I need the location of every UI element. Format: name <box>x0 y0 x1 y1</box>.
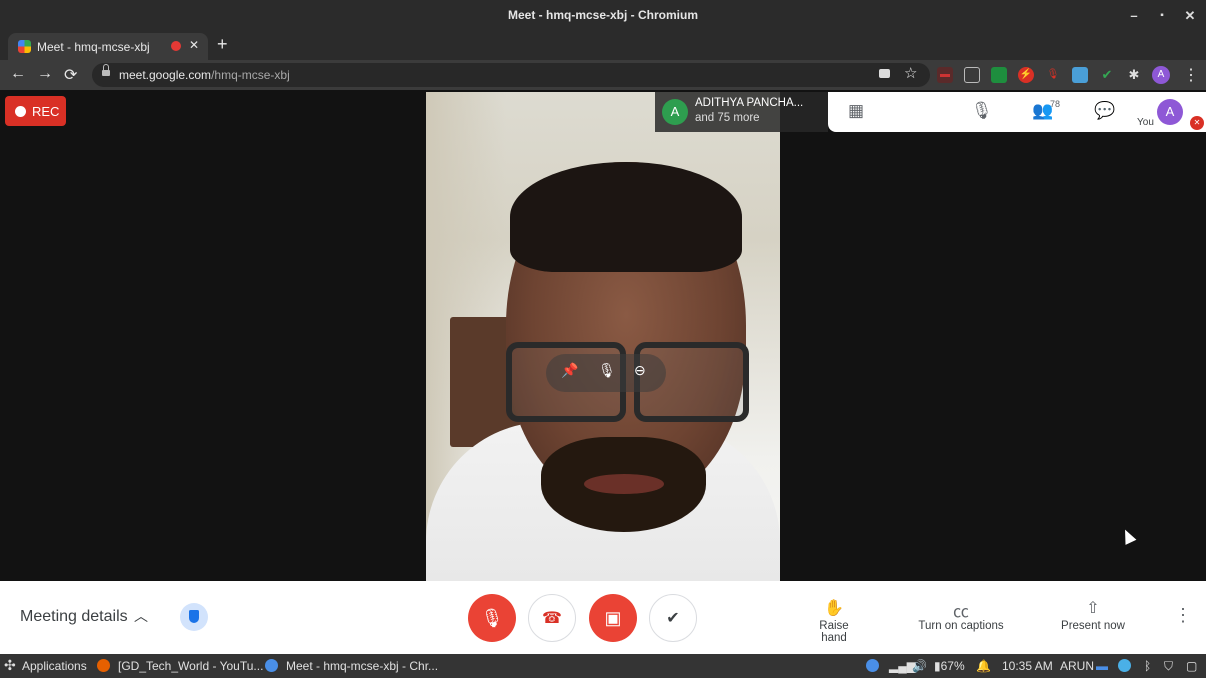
layout-grid-off-icon[interactable]: ▦ <box>848 101 864 121</box>
participant-more: and 75 more <box>695 112 760 124</box>
camera-in-use-icon[interactable] <box>879 69 890 78</box>
forward-button[interactable]: → <box>37 65 53 83</box>
clipboard-icon[interactable]: ▢ <box>1186 659 1197 673</box>
participant-video[interactable]: 📌 🎙 ⊖ <box>426 92 780 581</box>
applications-icon: ✣ <box>4 657 16 673</box>
notification-bell-icon[interactable]: 🔔 <box>976 659 991 673</box>
extension-sheets-icon[interactable] <box>991 67 1007 83</box>
window-close-button[interactable]: ✕ <box>1180 6 1200 26</box>
record-dot-icon <box>15 106 26 117</box>
raise-hand-button[interactable]: ✋ Raise hand <box>805 598 863 644</box>
chromium-icon <box>265 659 278 672</box>
leave-call-button[interactable]: ☎ <box>528 594 576 642</box>
bluetooth-icon[interactable]: ᛒ <box>1144 659 1151 673</box>
extensions-puzzle-icon[interactable]: ✱ <box>1126 67 1142 83</box>
camera-toggle-button[interactable]: ▣ <box>589 594 637 642</box>
battery-indicator[interactable]: ▮67% <box>934 659 965 673</box>
window-title: Meet - hmq-mcse-xbj - Chromium <box>507 8 699 22</box>
check-button[interactable]: ✔ <box>649 594 697 642</box>
pin-icon[interactable]: 📌 <box>561 362 578 379</box>
you-label: You <box>1137 117 1154 128</box>
extension-screen-icon[interactable] <box>1072 67 1088 83</box>
tray-app-icon[interactable] <box>1118 659 1131 672</box>
user-name[interactable]: ARUN <box>1060 659 1094 673</box>
minimize-button[interactable]: – <box>1124 6 1144 26</box>
meeting-controls-bar: Meeting details ︿ 🎙 ☎ ▣ ✔ ✋ Raise hand ㏄… <box>0 581 1206 654</box>
participant-name: ADITHYA PANCHA... <box>695 97 804 109</box>
top-right-panel: ▦ 🎙 👥 78 💬 You A ✕ <box>828 92 1206 132</box>
meet-favicon-icon <box>18 40 31 53</box>
chat-icon[interactable]: 💬 <box>1094 101 1115 121</box>
hand-icon: ✋ <box>824 600 844 617</box>
window-titlebar: Meet - hmq-mcse-xbj - Chromium – ▪ ✕ <box>0 0 1206 32</box>
more-options-button[interactable]: ⋮ <box>1174 605 1192 626</box>
extension-flash-icon[interactable]: ⚡ <box>1018 67 1034 83</box>
present-icon: ⇧ <box>1086 600 1100 617</box>
back-button[interactable]: ← <box>10 65 26 83</box>
clock[interactable]: 10:35 AM <box>1002 659 1053 673</box>
applications-menu[interactable]: Applications <box>22 659 87 673</box>
remove-icon[interactable]: ⊖ <box>634 362 646 379</box>
extension-grid-icon[interactable] <box>964 67 980 83</box>
extension-mic-off-icon[interactable]: 🎙 <box>1045 67 1061 83</box>
reload-button[interactable]: ⟳ <box>64 65 77 85</box>
self-muted-icon: ✕ <box>1190 116 1204 130</box>
security-shield-icon[interactable] <box>180 603 208 631</box>
shield-tray-icon[interactable]: ⛉ <box>1164 659 1173 674</box>
captions-button[interactable]: ㏄ Turn on captions <box>914 598 1008 632</box>
tile-mic-icon[interactable]: 🎙 <box>598 362 616 379</box>
tray-chromium-icon[interactable] <box>866 659 879 672</box>
recording-badge: REC <box>5 96 66 126</box>
tab-strip: Meet - hmq-mcse-xbj ✕ + <box>0 32 1206 60</box>
tray-flag-icon[interactable]: ▬ <box>1096 659 1108 673</box>
os-taskbar: ✣ Applications [GD_Tech_World - YouTu...… <box>0 654 1206 678</box>
tab-meet[interactable]: Meet - hmq-mcse-xbj ✕ <box>8 33 208 60</box>
participant-count: 78 <box>1050 99 1061 109</box>
meeting-details-button[interactable]: Meeting details <box>20 608 128 626</box>
participant-avatar: A <box>662 99 688 125</box>
url-text: meet.google.com/hmq-mcse-xbj <box>119 68 290 82</box>
participant-chip[interactable]: A ADITHYA PANCHA... and 75 more <box>655 92 828 132</box>
recording-indicator-icon <box>171 41 181 51</box>
self-avatar[interactable]: A <box>1157 99 1183 125</box>
taskbar-meet-window[interactable]: Meet - hmq-mcse-xbj - Chr... <box>286 659 438 673</box>
new-tab-button[interactable]: + <box>217 34 228 55</box>
captions-icon: ㏄ <box>952 604 969 621</box>
browser-menu-button[interactable]: ⋮ <box>1183 65 1199 85</box>
tile-controls: 📌 🎙 ⊖ <box>546 354 666 392</box>
profile-avatar[interactable]: A <box>1152 66 1170 84</box>
taskbar-youtube-window[interactable]: [GD_Tech_World - YouTu... <box>118 659 263 673</box>
maximize-button[interactable]: ▪ <box>1152 6 1172 26</box>
tab-close-button[interactable]: ✕ <box>189 38 199 52</box>
extension-check-icon[interactable]: ✔ <box>1099 67 1115 83</box>
bookmark-star-icon[interactable]: ☆ <box>904 64 917 82</box>
tab-label: Meet - hmq-mcse-xbj <box>37 40 150 54</box>
mic-off-icon[interactable]: 🎙 <box>971 101 993 121</box>
firefox-icon <box>97 659 110 672</box>
chevron-up-icon[interactable]: ︿ <box>134 606 148 626</box>
lock-icon <box>102 64 110 77</box>
present-now-button[interactable]: ⇧ Present now <box>1059 598 1127 632</box>
browser-toolbar: ← → ⟳ meet.google.com/hmq-mcse-xbj ☆ ▬ ⚡… <box>0 60 1206 90</box>
volume-icon[interactable]: 🔊 <box>912 659 927 673</box>
mic-toggle-button[interactable]: 🎙 <box>468 594 516 642</box>
extension-red-icon[interactable]: ▬ <box>937 67 953 83</box>
address-bar[interactable]: meet.google.com/hmq-mcse-xbj ☆ <box>92 63 930 87</box>
